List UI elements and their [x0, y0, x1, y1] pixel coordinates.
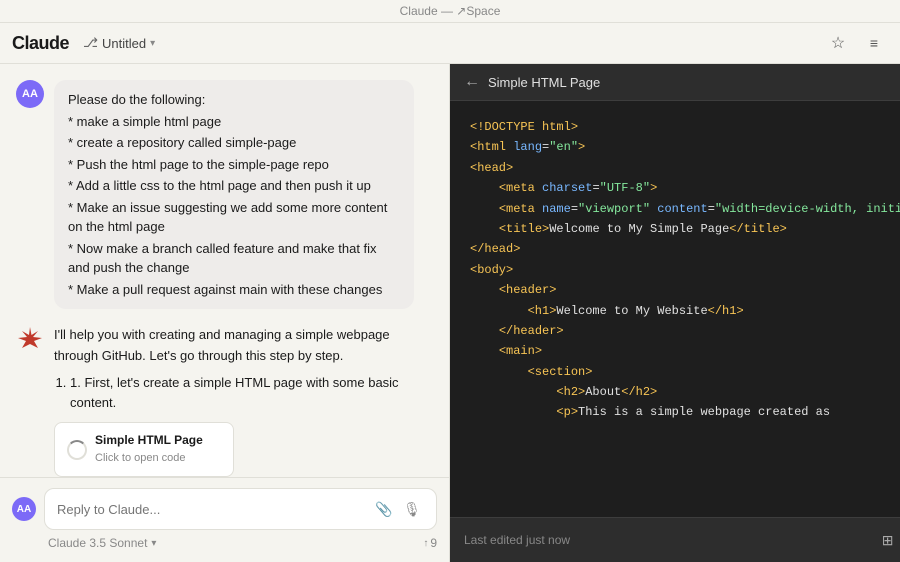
up-arrow-icon: ↑	[423, 538, 428, 549]
code-line-5: <title>Welcome to My Simple Page</title>	[470, 219, 900, 239]
code-line-2: <head>	[470, 158, 900, 178]
assistant-content: I'll help you with creating and managing…	[54, 325, 424, 477]
code-line-6: </head>	[470, 239, 900, 259]
user-line-5: * Make an issue suggesting we add some m…	[68, 198, 400, 237]
token-value: 9	[430, 536, 437, 550]
code-line-3: <meta charset="UTF-8">	[470, 178, 900, 198]
main-layout: AA Please do the following: * make a sim…	[0, 64, 900, 562]
code-line-14: <p>This is a simple webpage created as	[470, 402, 900, 422]
footer-actions: ⊞ ↓ Publish	[874, 526, 900, 554]
mic-button[interactable]: 🎙	[400, 497, 424, 521]
code-line-4: <meta name="viewport" content="width=dev…	[470, 199, 900, 219]
window-title: Claude — ↗Space	[400, 4, 501, 18]
title-bar: Claude — ↗Space	[0, 0, 900, 23]
code-line-11: <main>	[470, 341, 900, 361]
token-count: ↑ 9	[423, 536, 437, 550]
model-selector[interactable]: Claude 3.5 Sonnet ▾	[44, 534, 160, 552]
code-line-12: <section>	[470, 362, 900, 382]
project-name: Untitled	[102, 36, 146, 51]
user-line-7: * Make a pull request against main with …	[68, 280, 400, 300]
code-line-13: <h2>About</h2>	[470, 382, 900, 402]
artifact-title: Simple HTML Page	[95, 431, 203, 450]
code-line-9: <h1>Welcome to My Website</h1>	[470, 301, 900, 321]
code-content: <!DOCTYPE html> <html lang="en"> <head> …	[450, 101, 900, 517]
artifact-header-left: ← Simple HTML Page	[464, 73, 600, 91]
user-line-3: * Push the html page to the simple-page …	[68, 155, 400, 175]
menu-button[interactable]: ≡	[860, 29, 888, 57]
artifact-card[interactable]: Simple HTML Page Click to open code	[54, 422, 234, 477]
code-line-1: <html lang="en">	[470, 137, 900, 157]
code-line-8: <header>	[470, 280, 900, 300]
artifact-info: Simple HTML Page Click to open code	[95, 431, 203, 468]
star-button[interactable]: ☆	[824, 29, 852, 57]
assistant-intro: I'll help you with creating and managing…	[54, 325, 424, 367]
user-bubble: Please do the following: * make a simple…	[54, 80, 414, 309]
chevron-down-icon: ▾	[150, 38, 155, 49]
user-message: AA Please do the following: * make a sim…	[16, 80, 433, 309]
code-line-10: </header>	[470, 321, 900, 341]
chat-input-area: AA 📎 🎙 Claude 3.5 Sonnet ▾ ↑ 9	[0, 477, 449, 562]
assistant-message: I'll help you with creating and managing…	[16, 325, 433, 477]
input-bottom-row: Claude 3.5 Sonnet ▾ ↑ 9	[12, 530, 437, 552]
model-name: Claude 3.5 Sonnet	[48, 536, 147, 550]
assistant-step: 1. First, let's create a simple HTML pag…	[70, 373, 424, 415]
chat-input-wrapper: 📎 🎙	[44, 488, 437, 530]
artifact-footer: Last edited just now ⊞ ↓ Publish	[450, 517, 900, 562]
artifact-header: ← Simple HTML Page ✕	[450, 64, 900, 101]
code-line-0: <!DOCTYPE html>	[470, 117, 900, 137]
back-button[interactable]: ←	[464, 73, 480, 91]
claude-starburst-icon	[16, 325, 44, 353]
user-avatar: AA	[16, 80, 44, 108]
claude-avatar	[16, 325, 44, 353]
attach-button[interactable]: 📎	[372, 497, 396, 521]
project-selector[interactable]: ⎇ Untitled ▾	[77, 32, 161, 54]
artifact-panel-title: Simple HTML Page	[488, 75, 600, 90]
input-actions: 📎 🎙	[372, 497, 424, 521]
project-icon: ⎇	[83, 35, 98, 51]
artifact-panel: ← Simple HTML Page ✕ <!DOCTYPE html> <ht…	[450, 64, 900, 562]
top-header: Claude ⎇ Untitled ▾ ☆ ≡	[0, 23, 900, 64]
chat-input[interactable]	[57, 502, 372, 517]
header-left: Claude ⎇ Untitled ▾	[12, 32, 161, 54]
code-line-7: <body>	[470, 260, 900, 280]
user-line-4: * Add a little css to the html page and …	[68, 176, 400, 196]
user-line-1: * make a simple html page	[68, 112, 400, 132]
user-line-2: * create a repository called simple-page	[68, 133, 400, 153]
copy-button[interactable]: ⊞	[874, 526, 900, 554]
input-avatar: AA	[12, 497, 36, 521]
model-chevron-icon: ▾	[151, 538, 156, 549]
artifact-subtitle: Click to open code	[95, 450, 203, 468]
loading-spinner	[67, 440, 87, 460]
last-edited-text: Last edited just now	[464, 533, 570, 547]
header-right: ☆ ≡	[824, 29, 888, 57]
user-line-6: * Now make a branch called feature and m…	[68, 239, 400, 278]
claude-logo: Claude	[12, 33, 69, 54]
user-line-0: Please do the following:	[68, 90, 400, 110]
chat-messages: AA Please do the following: * make a sim…	[0, 64, 449, 477]
input-row: AA 📎 🎙	[12, 488, 437, 530]
chat-panel: AA Please do the following: * make a sim…	[0, 64, 450, 562]
